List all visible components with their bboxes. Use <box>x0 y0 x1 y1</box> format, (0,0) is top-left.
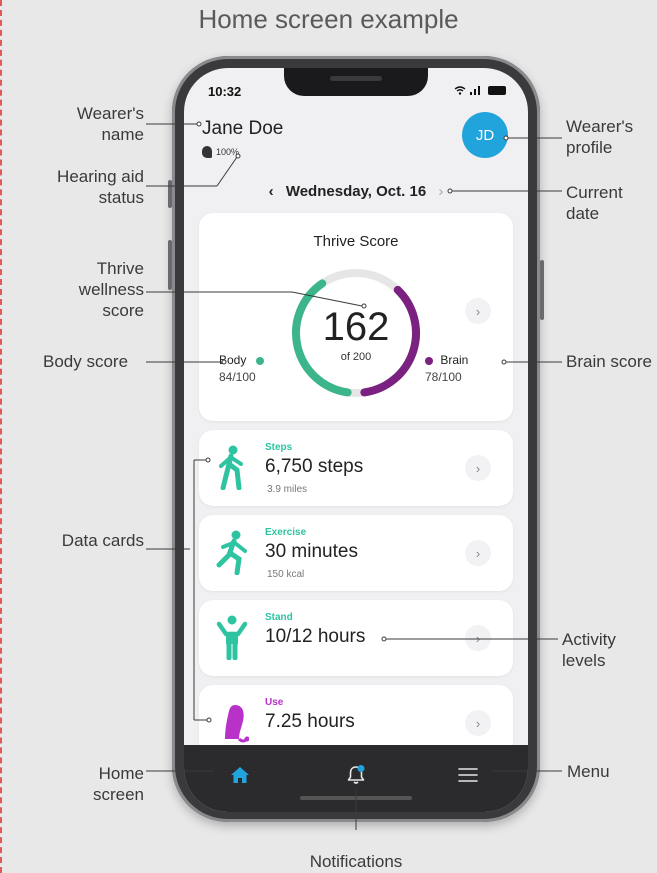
callout-leader-lines <box>146 121 562 830</box>
